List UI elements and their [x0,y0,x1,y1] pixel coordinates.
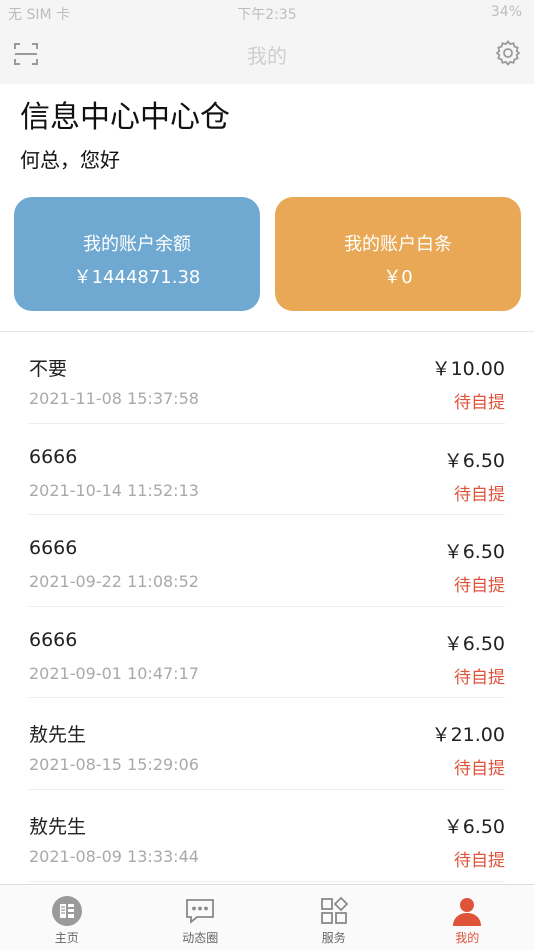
order-amount: ￥6.50 [443,815,505,838]
tab-mine-label: 我的 [455,931,480,945]
battery-text: 34% [490,4,522,20]
order-row[interactable]: 6666 ￥6.50 2021-09-01 10:47:17 待自提 [0,607,534,699]
account-credit-card[interactable]: 我的账户白条 ￥0 [275,197,521,311]
order-date: 2021-11-08 15:37:58 [29,389,199,408]
person-icon [453,898,482,926]
order-amount: ￥6.50 [443,449,505,472]
tab-moments-label: 动态圈 [182,931,219,945]
account-credit-value: ￥0 [383,267,413,288]
order-status: 待自提 [454,393,505,413]
order-date: 2021-09-22 11:08:52 [29,572,199,592]
order-name: 敖先生 [29,815,87,838]
order-row[interactable]: 6666 ￥6.50 2021-10-14 11:52:13 待自提 [0,424,534,516]
order-row[interactable]: 6666 ￥6.50 2021-09-22 11:08:52 待自提 [0,515,534,607]
order-status: 待自提 [454,759,505,780]
order-amount: ￥6.50 [443,632,505,655]
tab-bar: 主页 动态圈 服务 我的 [0,884,534,950]
order-name: 6666 [29,445,78,468]
order-status: 待自提 [454,484,505,505]
home-icon [51,896,82,926]
order-name: 敖先生 [29,724,87,747]
order-list: 不要 ￥10.00 2021-11-08 15:37:58 待自提 6666 ￥… [0,332,534,882]
settings-button[interactable] [494,39,522,67]
page-title: 我的 [247,44,287,68]
order-date: 2021-10-14 11:52:13 [29,480,199,500]
account-balance-label: 我的账户余额 [83,234,191,255]
clock-text: 下午2:35 [237,7,297,23]
tab-moments[interactable]: 动态圈 [134,885,268,950]
greeting-text: 何总，您好 [20,148,120,172]
order-name: 不要 [29,358,68,380]
tab-services-label: 服务 [321,931,346,945]
order-row[interactable]: 敖先生 ￥21.00 2021-08-15 15:29:06 待自提 [0,698,534,790]
order-amount: ￥6.50 [443,541,505,564]
shop-name: 信息中心中心仓 [20,100,230,135]
status-bar: 无 SIM 卡 下午2:35 34% [0,0,534,26]
chat-bubble-icon [186,899,215,924]
order-date: 2021-08-09 13:33:44 [29,846,199,866]
order-amount: ￥21.00 [431,724,505,747]
order-date: 2021-09-01 10:47:17 [29,663,199,683]
account-balance-card[interactable]: 我的账户余额 ￥1444871.38 [14,197,260,311]
top-bar: 无 SIM 卡 下午2:35 34% 我的 [0,0,534,84]
gear-icon [495,40,521,66]
order-name: 6666 [29,537,78,560]
grid-icon [320,896,349,924]
order-date: 2021-08-15 15:29:06 [29,755,199,775]
order-status: 待自提 [454,667,505,688]
order-status: 待自提 [454,576,505,597]
tab-home[interactable]: 主页 [0,885,134,950]
account-balance-value: ￥1444871.38 [73,267,201,288]
order-amount: ￥10.00 [431,358,505,380]
tab-mine[interactable]: 我的 [401,885,534,950]
tab-services[interactable]: 服务 [267,885,401,950]
account-credit-label: 我的账户白条 [344,234,452,255]
order-status: 待自提 [454,850,505,871]
order-row[interactable]: 敖先生 ￥6.50 2021-08-09 13:33:44 待自提 [0,790,534,882]
order-row[interactable]: 不要 ￥10.00 2021-11-08 15:37:58 待自提 [0,332,534,424]
order-name: 6666 [29,628,78,651]
tab-home-label: 主页 [54,931,79,945]
